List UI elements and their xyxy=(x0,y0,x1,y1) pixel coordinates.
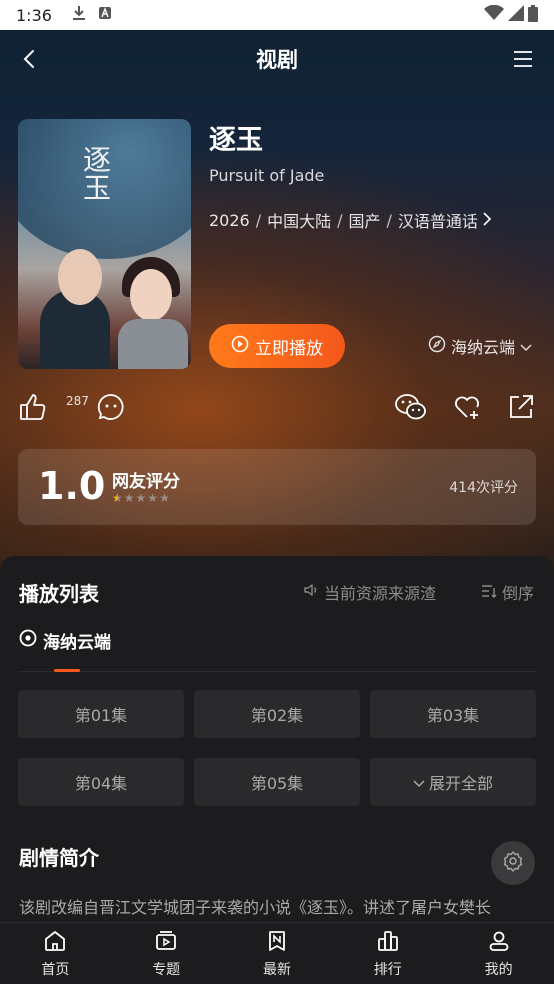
new-badge-icon xyxy=(265,929,289,957)
compass-icon xyxy=(428,335,446,357)
star-icon: ★ xyxy=(112,491,123,505)
status-bar: 1:36 xyxy=(0,0,554,30)
status-time: 1:36 xyxy=(16,5,52,25)
chevron-right-icon xyxy=(482,211,492,230)
share-icon[interactable] xyxy=(506,392,538,424)
rating-score: 1.0 xyxy=(38,464,106,508)
source-tab-label: 海纳云端 xyxy=(43,633,111,653)
source-note: 当前资源来源渣 xyxy=(303,580,443,604)
favorite-add-icon[interactable] xyxy=(452,392,484,424)
episode-button-02[interactable]: 第02集 xyxy=(194,690,360,738)
meta-separator: / xyxy=(255,210,262,230)
star-icon: ★ xyxy=(147,491,159,505)
meta-language: 汉语普通话 xyxy=(397,212,478,231)
meta-region: 中国大陆 xyxy=(267,212,332,231)
expand-all-button[interactable]: 展开全部 xyxy=(370,758,536,806)
nav-ranking-label: 排行 xyxy=(373,961,402,978)
wifi-icon xyxy=(484,4,504,25)
show-poster: 逐玉 xyxy=(18,119,191,369)
rating-card: 1.0 网友评分 ★ ★ ★ ★ ★ 414次评分 xyxy=(18,449,536,525)
synopsis-text: 该剧改编自晋江文学城团子来袭的小说《逐玉》。讲述了屠户女樊长 xyxy=(19,898,492,917)
divider xyxy=(18,671,536,672)
sort-order-label: 倒序 xyxy=(502,584,535,603)
expand-all-label: 展开全部 xyxy=(428,774,493,793)
gear-icon xyxy=(502,850,524,876)
star-icon: ★ xyxy=(159,491,170,505)
nav-home-label: 首页 xyxy=(41,961,70,978)
top-navbar: 视剧 xyxy=(0,30,554,88)
source-selector[interactable]: 海纳云端 xyxy=(428,334,532,358)
play-circle-icon xyxy=(231,335,249,358)
nav-latest-label: 最新 xyxy=(262,961,291,978)
nav-ranking[interactable]: 排行 xyxy=(332,923,443,984)
rating-count: 414次评分 xyxy=(449,480,518,496)
video-icon xyxy=(154,929,178,957)
nav-topics[interactable]: 专题 xyxy=(111,923,222,984)
menu-icon[interactable] xyxy=(512,49,534,69)
episode-button-01[interactable]: 第01集 xyxy=(18,690,184,738)
meta-separator: / xyxy=(337,210,343,230)
meta-year: 2026 xyxy=(209,210,250,230)
chevron-down-icon xyxy=(520,337,532,356)
episode-button-03[interactable]: 第03集 xyxy=(370,690,536,738)
download-icon xyxy=(72,5,86,25)
user-icon xyxy=(487,929,511,957)
wechat-icon[interactable] xyxy=(394,392,426,424)
nav-latest[interactable]: 最新 xyxy=(222,923,333,984)
play-now-button[interactable]: 立即播放 xyxy=(209,324,345,368)
speaker-icon xyxy=(303,582,319,602)
show-title-english: Pursuit of Jade xyxy=(209,166,325,185)
nav-topics-label: 专题 xyxy=(152,961,181,978)
ranking-icon xyxy=(376,929,400,957)
app-notification-icon xyxy=(98,6,112,24)
nav-profile[interactable]: 我的 xyxy=(443,923,554,984)
nav-profile-label: 我的 xyxy=(484,961,513,978)
playlist-title: 播放列表 xyxy=(19,582,99,606)
tab-indicator xyxy=(54,669,80,672)
like-icon[interactable] xyxy=(18,392,50,424)
star-rating: ★ ★ ★ ★ ★ xyxy=(112,491,170,505)
signal-icon xyxy=(508,5,524,25)
play-now-label: 立即播放 xyxy=(255,338,323,359)
page-title: 视剧 xyxy=(256,48,298,72)
source-selector-value: 海纳云端 xyxy=(451,338,516,357)
episode-button-04[interactable]: 第04集 xyxy=(18,758,184,806)
star-icon: ★ xyxy=(123,491,135,505)
chevron-down-icon xyxy=(413,773,425,792)
rating-label: 网友评分 xyxy=(112,472,180,492)
home-icon xyxy=(43,929,67,957)
episode-button-05[interactable]: 第05集 xyxy=(194,758,360,806)
source-tab-hainayunduan[interactable]: 海纳云端 xyxy=(19,628,111,653)
meta-category: 国产 xyxy=(348,212,381,231)
show-title: 逐玉 xyxy=(209,125,263,156)
source-note-text: 当前资源来源渣 xyxy=(324,584,437,603)
play-circle-icon xyxy=(19,629,37,652)
star-icon: ★ xyxy=(135,491,147,505)
synopsis-title: 剧情简介 xyxy=(19,846,99,870)
back-icon[interactable] xyxy=(18,47,42,71)
battery-icon xyxy=(528,4,538,26)
comment-icon[interactable] xyxy=(96,392,128,424)
sort-order-button[interactable]: 倒序 xyxy=(481,580,534,604)
bottom-navigation: 首页 专题 最新 排行 我的 xyxy=(0,922,554,984)
like-count: 287 xyxy=(66,394,89,408)
action-row: 287 xyxy=(18,392,536,428)
meta-separator: / xyxy=(386,210,392,230)
poster-title: 逐玉 xyxy=(79,145,112,201)
sort-icon xyxy=(481,583,497,602)
settings-button[interactable] xyxy=(491,841,535,885)
nav-home[interactable]: 首页 xyxy=(0,923,111,984)
show-meta[interactable]: 2026 / 中国大陆 / 国产 / 汉语普通话 xyxy=(209,208,492,232)
